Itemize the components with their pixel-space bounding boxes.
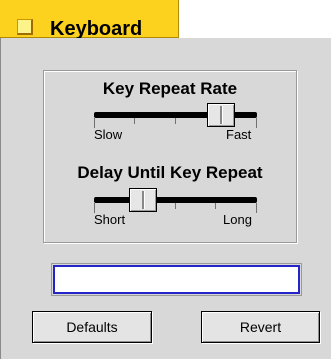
window-title: Keyboard: [50, 18, 143, 40]
slider-max-label: Fast: [226, 127, 252, 142]
test-text-field[interactable]: [51, 263, 302, 296]
key-repeat-rate-title: Key Repeat Rate: [102, 79, 238, 98]
window-content: Key Repeat Rate Slow Fast Delay Until Ke…: [0, 38, 331, 359]
slider-tick: [175, 203, 176, 209]
slider-tick: [175, 118, 176, 124]
defaults-button[interactable]: Defaults: [32, 311, 152, 343]
slider-tick: [256, 118, 257, 128]
slider-max-label: Long: [223, 212, 252, 227]
slider-tick: [215, 203, 216, 209]
slider-tick: [256, 203, 257, 213]
slider-min-label: Short: [94, 212, 126, 227]
delay-until-repeat-thumb[interactable]: [129, 188, 157, 212]
slider-min-label: Slow: [94, 127, 123, 142]
slider-tick: [134, 118, 135, 124]
delay-until-repeat-title: Delay Until Key Repeat: [77, 163, 263, 182]
slider-group: Key Repeat Rate Slow Fast Delay Until Ke…: [43, 70, 297, 243]
key-repeat-rate-thumb[interactable]: [207, 103, 235, 127]
revert-button[interactable]: Revert: [201, 311, 320, 343]
folder-icon: [17, 19, 33, 35]
window-tab[interactable]: Keyboard: [0, 0, 179, 40]
